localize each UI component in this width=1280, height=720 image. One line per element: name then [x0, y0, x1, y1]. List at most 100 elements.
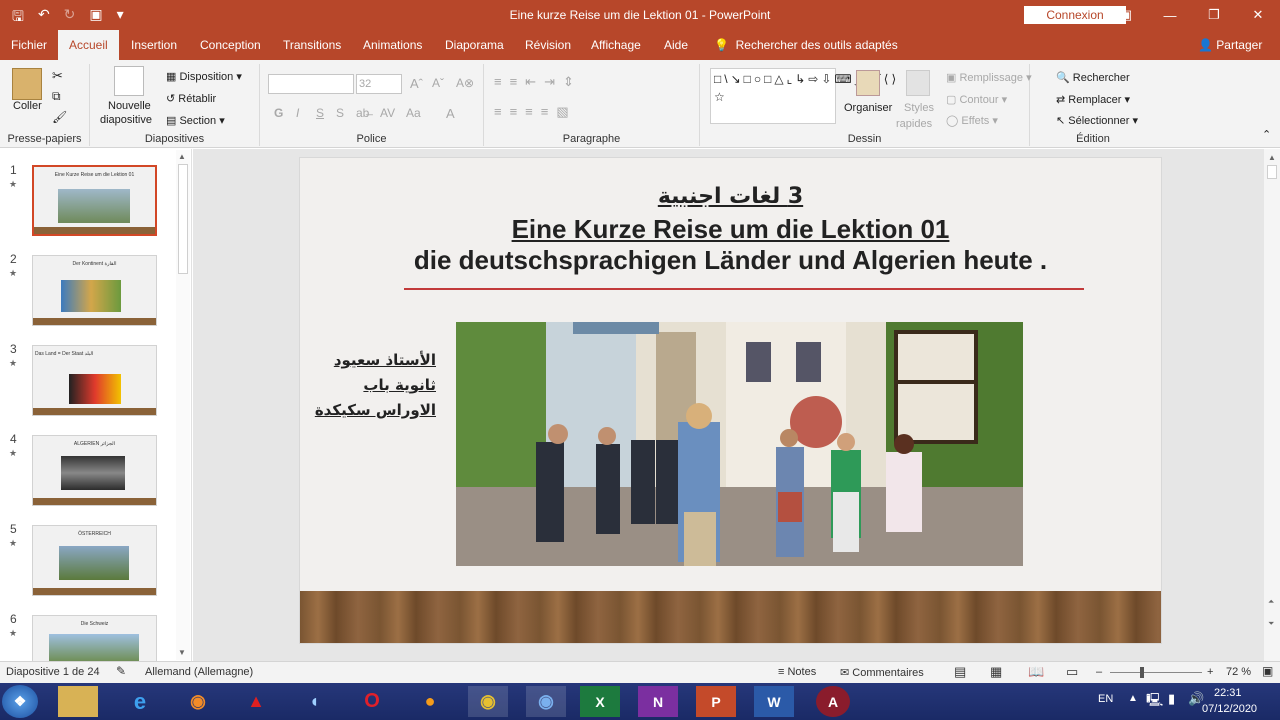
- thumbnail-slide-3[interactable]: Das Land = Der Staat البلد: [32, 345, 157, 416]
- input-language[interactable]: EN: [1098, 693, 1113, 705]
- shape-effects-button[interactable]: ◯ Effets ▾: [946, 114, 998, 127]
- onenote-icon[interactable]: N: [638, 686, 678, 717]
- acrobat-icon[interactable]: ▲: [236, 686, 276, 717]
- tab-transitions[interactable]: Transitions: [272, 30, 352, 60]
- strikethrough-icon[interactable]: ab̶: [356, 106, 369, 120]
- align-icons[interactable]: ≡≡≡≡▧: [494, 104, 577, 120]
- notes-button[interactable]: ≡ Notes: [778, 666, 816, 678]
- proofing-icon[interactable]: ✎: [116, 664, 126, 678]
- chrome-icon[interactable]: ◉: [468, 686, 508, 717]
- new-slide-icon[interactable]: [114, 66, 144, 96]
- zoom-out-icon[interactable]: –: [1096, 666, 1102, 678]
- firefox-icon[interactable]: ◉: [178, 686, 218, 717]
- thumbnail-slide-4[interactable]: ALGERIEN الجزائر: [32, 435, 157, 506]
- paste-button[interactable]: Coller: [13, 100, 42, 112]
- tab-design[interactable]: Conception: [189, 30, 272, 60]
- zoom-slider[interactable]: [1110, 672, 1202, 673]
- language-indicator[interactable]: Allemand (Allemagne): [145, 666, 253, 678]
- copy-icon[interactable]: ⧉: [52, 89, 61, 104]
- quick-styles-label-2[interactable]: rapides: [896, 118, 932, 130]
- tab-help[interactable]: Aide: [653, 30, 699, 60]
- slide-title-line[interactable]: Eine Kurze Reise um die Lektion 01: [300, 214, 1161, 245]
- thumbnail-slide-2[interactable]: Der Kontinent القارة: [32, 255, 157, 326]
- tab-slideshow[interactable]: Diaporama: [434, 30, 515, 60]
- tourists-street-photo[interactable]: [456, 322, 1023, 566]
- slideshow-view-icon[interactable]: ▭: [1066, 664, 1078, 680]
- collapse-ribbon-icon[interactable]: ⌃: [1262, 128, 1271, 141]
- thumbnail-scrollbar[interactable]: ▲ ▼: [176, 150, 190, 660]
- word-icon[interactable]: W: [754, 686, 794, 717]
- tab-review[interactable]: Révision: [514, 30, 582, 60]
- thumbnail-slide-6[interactable]: Die Schweiz: [32, 615, 157, 661]
- ribbon-display-icon[interactable]: ▣: [1104, 0, 1148, 30]
- normal-view-icon[interactable]: ▤: [954, 664, 966, 680]
- tray-expand-icon[interactable]: ▲: [1128, 693, 1138, 704]
- scroll-up-icon[interactable]: ▲: [1268, 153, 1276, 162]
- change-case-icon[interactable]: Aa: [406, 106, 421, 120]
- slide-scrollbar[interactable]: ▲ ⏶ ⏷: [1264, 149, 1280, 661]
- arrange-icon[interactable]: [856, 70, 880, 96]
- scroll-up-icon[interactable]: ▲: [178, 152, 186, 161]
- italic-button[interactable]: I: [296, 106, 299, 120]
- internet-explorer-icon[interactable]: e: [120, 686, 160, 717]
- bold-button[interactable]: G: [274, 106, 283, 120]
- maximize-icon[interactable]: ❐: [1192, 0, 1236, 30]
- file-explorer-icon[interactable]: [58, 686, 98, 717]
- scroll-down-icon[interactable]: ▼: [178, 648, 186, 657]
- current-slide[interactable]: 3 لغات اجنبية Eine Kurze Reise um die Le…: [299, 157, 1162, 644]
- shape-fill-button[interactable]: ▣ Remplissage ▾: [946, 71, 1032, 84]
- clock-date[interactable]: 07/12/2020: [1202, 703, 1257, 715]
- zoom-slider-handle[interactable]: [1140, 667, 1144, 678]
- start-button-icon[interactable]: ❖: [2, 685, 38, 718]
- prev-slide-icon[interactable]: ⏶: [1268, 597, 1274, 607]
- zoom-in-icon[interactable]: +: [1207, 666, 1213, 678]
- quick-styles-label-1[interactable]: Styles: [904, 102, 934, 114]
- replace-button[interactable]: ⇄ Remplacer ▾: [1056, 93, 1130, 106]
- next-slide-icon[interactable]: ⏷: [1268, 619, 1274, 629]
- slide-subtitle-line[interactable]: die deutschsprachigen Länder und Algerie…: [300, 245, 1161, 276]
- font-color-icon[interactable]: A: [446, 106, 455, 121]
- thumbnail-slide-5[interactable]: ÖSTERREICH: [32, 525, 157, 596]
- new-slide-label-2[interactable]: diapositive: [100, 114, 152, 126]
- cut-icon[interactable]: ✂: [52, 68, 63, 84]
- font-name-box[interactable]: [268, 74, 354, 94]
- comments-button[interactable]: ✉ Commentaires: [840, 666, 924, 679]
- thumbnail-slide-1[interactable]: Eine Kurze Reise um die Lektion 01: [32, 165, 157, 236]
- zoom-level[interactable]: 72 %: [1226, 666, 1251, 678]
- slide-arabic-title[interactable]: 3 لغات اجنبية: [300, 184, 1161, 209]
- tab-insert[interactable]: Insertion: [120, 30, 188, 60]
- reading-view-icon[interactable]: 📖: [1028, 664, 1044, 680]
- app-swirl-icon[interactable]: ◖: [294, 686, 334, 717]
- section-button[interactable]: ▤ Section ▾: [166, 114, 225, 127]
- tab-animations[interactable]: Animations: [352, 30, 433, 60]
- underline-button[interactable]: S: [316, 106, 324, 120]
- battery-icon[interactable]: ▮: [1168, 691, 1175, 707]
- minimize-icon[interactable]: —: [1148, 0, 1192, 30]
- grow-font-icon[interactable]: Aˆ: [410, 76, 423, 91]
- clock-time[interactable]: 22:31: [1214, 687, 1242, 699]
- fit-slide-icon[interactable]: ▣: [1262, 664, 1273, 678]
- tell-me-search[interactable]: 💡 Rechercher des outils adaptés: [714, 30, 898, 60]
- clear-format-icon[interactable]: A⊗: [456, 76, 474, 90]
- font-size-box[interactable]: 32: [356, 74, 402, 94]
- scrollbar-thumb[interactable]: [178, 164, 188, 274]
- excel-icon[interactable]: X: [580, 686, 620, 717]
- find-button[interactable]: 🔍 Rechercher: [1056, 71, 1130, 84]
- list-icons[interactable]: ≡≡⇤⇥⇕: [494, 74, 582, 90]
- scrollbar-thumb[interactable]: [1267, 165, 1277, 179]
- app-red-icon[interactable]: A: [816, 686, 850, 717]
- shrink-font-icon[interactable]: Aˇ: [432, 76, 444, 90]
- arrange-button[interactable]: Organiser: [844, 102, 892, 114]
- tab-file[interactable]: Fichier: [0, 30, 58, 60]
- layout-button[interactable]: ▦ Disposition ▾: [166, 70, 242, 83]
- app-orange-icon[interactable]: ●: [410, 686, 450, 717]
- quick-styles-icon[interactable]: [906, 70, 930, 96]
- tab-home[interactable]: Accueil: [58, 30, 119, 60]
- close-icon[interactable]: ✕: [1236, 0, 1280, 30]
- tab-view[interactable]: Affichage: [580, 30, 652, 60]
- new-slide-label-1[interactable]: Nouvelle: [108, 100, 151, 112]
- reset-button[interactable]: ↺ Rétablir: [166, 92, 216, 105]
- network-icon[interactable]: 🖳: [1146, 691, 1163, 713]
- powerpoint-icon[interactable]: P: [696, 686, 736, 717]
- slide-sorter-icon[interactable]: ▦: [990, 664, 1002, 680]
